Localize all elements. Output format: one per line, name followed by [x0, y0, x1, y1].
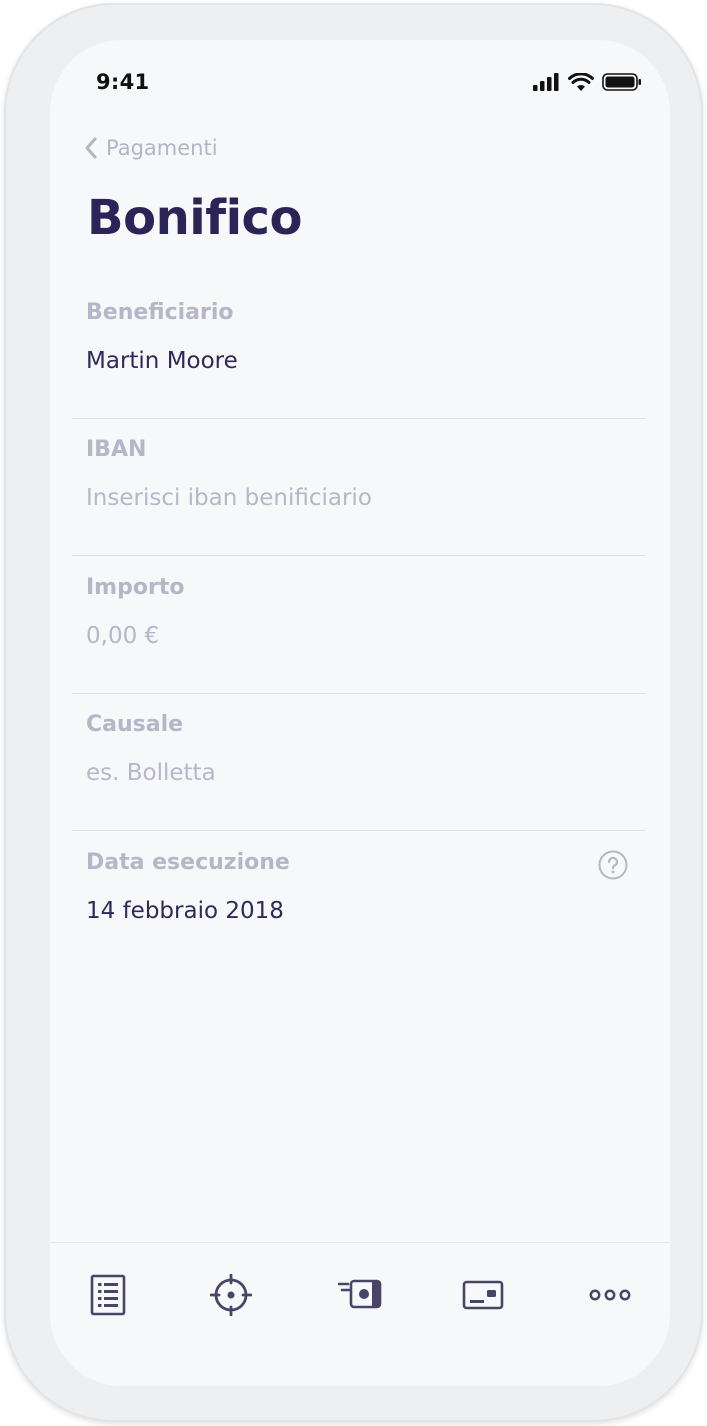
beneficiary-value: Martin Moore	[86, 348, 238, 374]
page-title: Bonifico	[87, 190, 302, 246]
phone-frame: 9:41 Pagamenti Bonifico Beneficiario Mar…	[4, 3, 703, 1422]
status-bar: 9:41	[50, 40, 670, 120]
cellular-signal-icon	[533, 73, 559, 91]
beneficiary-field[interactable]: Beneficiario Martin Moore	[72, 282, 646, 419]
execution-date-field[interactable]: Data esecuzione 14 febbraio 2018	[72, 832, 646, 968]
iban-label: IBAN	[86, 437, 147, 462]
iban-field[interactable]: IBAN Inserisci iban benificiario	[72, 419, 646, 556]
tab-more[interactable]	[586, 1271, 634, 1319]
wifi-icon	[568, 72, 594, 91]
iban-input[interactable]: Inserisci iban benificiario	[86, 485, 372, 511]
document-list-icon	[90, 1274, 126, 1316]
execution-date-label: Data esecuzione	[86, 850, 290, 875]
tab-cards[interactable]	[459, 1271, 507, 1319]
amount-input[interactable]: 0,00 €	[86, 623, 159, 649]
beneficiary-label: Beneficiario	[86, 300, 234, 325]
amount-label: Importo	[86, 575, 185, 600]
target-icon	[210, 1274, 252, 1316]
reason-input[interactable]: es. Bolletta	[86, 760, 216, 786]
tab-documents[interactable]	[84, 1271, 132, 1319]
money-transfer-icon	[338, 1279, 382, 1309]
reason-label: Causale	[86, 712, 184, 737]
tab-goals[interactable]	[207, 1271, 255, 1319]
status-icons	[532, 72, 642, 92]
amount-field[interactable]: Importo 0,00 €	[72, 557, 646, 694]
screen: 9:41 Pagamenti Bonifico Beneficiario Mar…	[50, 40, 670, 1386]
back-button[interactable]: Pagamenti	[84, 136, 218, 160]
status-time: 9:41	[96, 70, 150, 94]
chevron-left-icon	[85, 137, 97, 159]
tab-payments[interactable]	[336, 1271, 384, 1319]
tab-bar	[50, 1242, 670, 1386]
help-icon[interactable]	[598, 850, 628, 880]
battery-icon	[602, 73, 641, 91]
more-dots-icon	[589, 1289, 631, 1301]
execution-date-value: 14 febbraio 2018	[86, 898, 284, 924]
back-label: Pagamenti	[106, 136, 218, 160]
reason-field[interactable]: Causale es. Bolletta	[72, 694, 646, 831]
card-icon	[462, 1280, 504, 1310]
